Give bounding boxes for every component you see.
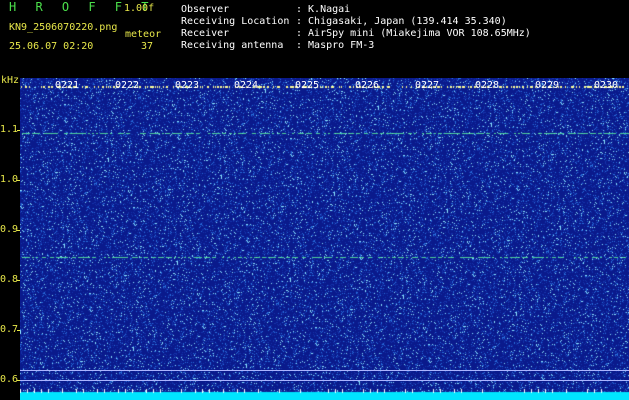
axis-label-0-9: 0.9 <box>0 224 19 235</box>
date-time: 25.06.07 02:20 <box>9 41 94 52</box>
time-label: 0221 <box>55 80 80 91</box>
mode-label: meteor <box>125 29 162 40</box>
info-observer-value: : K.Nagai <box>296 4 351 15</box>
axis-label-0-8: 0.8 <box>0 274 19 285</box>
time-label: 0226 <box>355 80 380 91</box>
app-version: 1.00f <box>124 3 155 14</box>
spectrogram-canvas <box>20 78 629 400</box>
info-location-key: Receiving Location <box>181 16 290 27</box>
time-label: 0228 <box>475 80 500 91</box>
time-label: 0229 <box>535 80 560 91</box>
info-receiver-value: : AirSpy mini (Miakejima VOR 108.65MHz) <box>296 28 531 39</box>
info-antenna-key: Receiving antenna <box>181 40 284 51</box>
info-antenna-value: : Maspro FM-3 <box>296 40 375 51</box>
time-label: 0225 <box>295 80 320 91</box>
info-location-value: : Chigasaki, Japan (139.414 35.340) <box>296 16 507 27</box>
time-label: 0230 <box>594 80 619 91</box>
info-receiver-key: Receiver <box>181 28 230 39</box>
axis-label-1-0: 1.0 <box>0 174 19 185</box>
file-name: KN9_2506070220.png <box>9 22 118 33</box>
time-label: 0224 <box>234 80 259 91</box>
time-label: 0222 <box>115 80 140 91</box>
time-label: 0223 <box>175 80 200 91</box>
reference-line <box>20 380 629 381</box>
axis-label-1-1: 1.1 <box>0 124 19 135</box>
time-label: 0227 <box>415 80 440 91</box>
spectrogram-plot: 0221 0222 0223 0224 0225 0226 0227 0228 … <box>20 78 629 400</box>
reference-line <box>20 370 629 371</box>
meteor-count: 37 <box>141 41 154 52</box>
info-observer-key: Observer <box>181 4 230 15</box>
axis-label-0-6: 0.6 <box>0 374 19 385</box>
axis-label-0-7: 0.7 <box>0 324 19 335</box>
axis-unit-label: kHz <box>1 75 20 86</box>
